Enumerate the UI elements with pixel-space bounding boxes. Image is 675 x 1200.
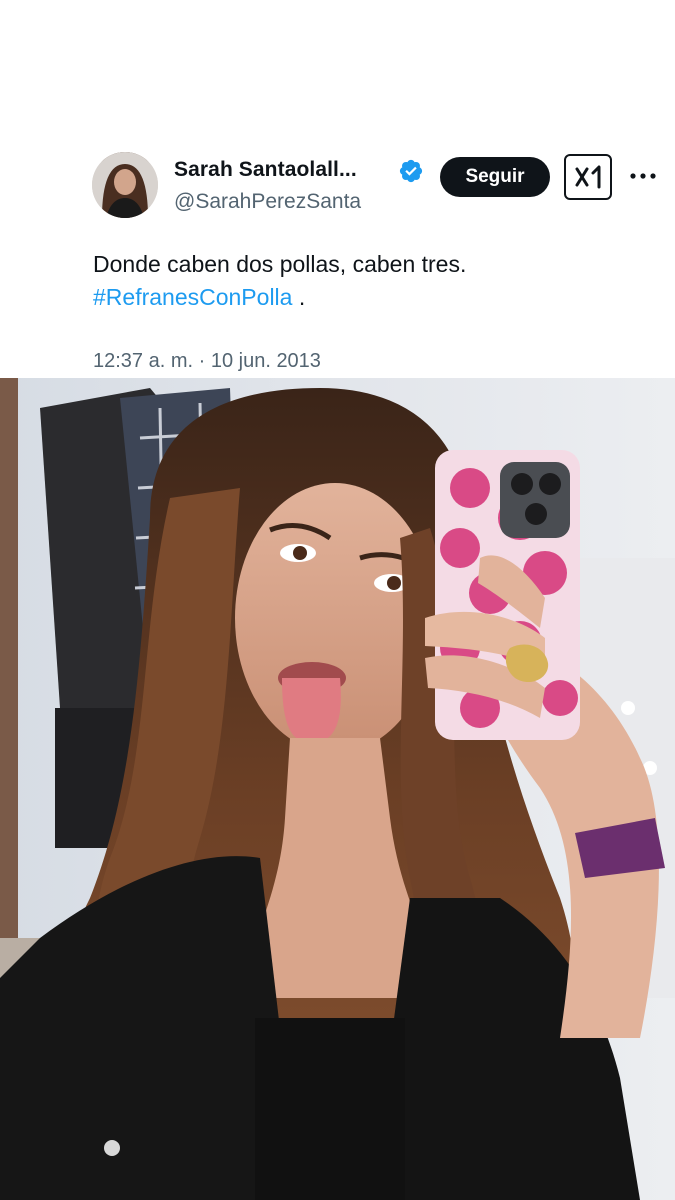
tweet-card: Sarah Santaolall... @SarahPerezSanta Seg…	[0, 0, 675, 378]
more-options-icon[interactable]	[628, 166, 658, 186]
follow-button[interactable]: Seguir	[440, 157, 550, 197]
grok-icon[interactable]	[564, 154, 612, 200]
avatar[interactable]	[92, 152, 158, 218]
display-name[interactable]: Sarah Santaolall...	[174, 158, 357, 182]
tweet-text-line: Donde caben dos pollas, caben tres.	[93, 251, 467, 277]
screenshot-page: Sarah Santaolall... @SarahPerezSanta Seg…	[0, 0, 675, 1200]
hashtag-link[interactable]: #RefranesConPolla	[93, 284, 292, 310]
timestamp[interactable]: 12:37 a. m. · 10 jun. 2013	[93, 350, 321, 373]
verified-badge-icon	[398, 158, 424, 184]
handle[interactable]: @SarahPerezSanta	[174, 190, 361, 214]
tweet-text: Donde caben dos pollas, caben tres. #Ref…	[93, 248, 653, 314]
tweet-photo[interactable]	[0, 378, 675, 1200]
tweet-hashtag-line: #RefranesConPolla .	[93, 281, 653, 314]
hashtag-suffix: .	[292, 284, 306, 310]
